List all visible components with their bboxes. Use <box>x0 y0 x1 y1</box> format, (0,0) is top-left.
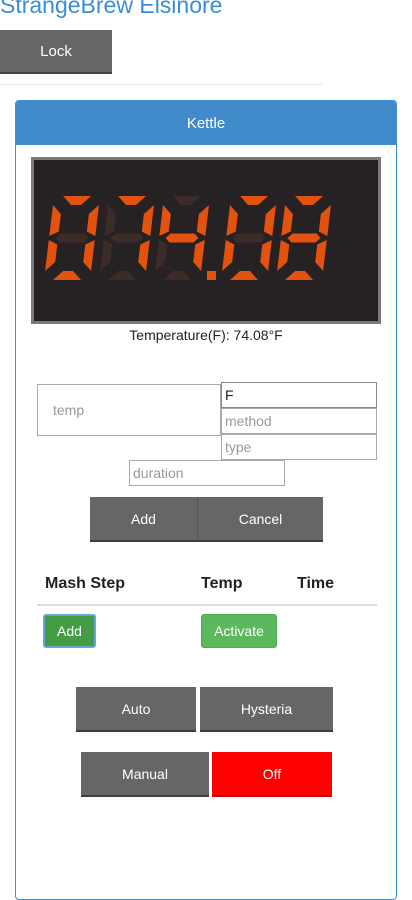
column-mash-step: Mash Step <box>45 575 126 592</box>
digit-2-segment-b <box>196 205 209 236</box>
kettle-heading[interactable]: Kettle <box>16 101 396 145</box>
digit-1-segment-d <box>108 271 136 280</box>
digit-2-segment-a <box>173 196 202 205</box>
auto-mode-button[interactable]: Auto <box>76 687 196 732</box>
digit-2-segment-f <box>159 205 171 236</box>
digit-1-segment-e <box>100 240 113 271</box>
table-divider <box>37 604 377 606</box>
digit-3-segment-g <box>232 233 266 243</box>
digit-4-segment-b <box>318 205 331 236</box>
digit-4-segment-c <box>315 240 327 271</box>
hysteria-mode-button[interactable]: Hysteria <box>200 687 333 732</box>
digit-4-segment-d <box>285 271 313 280</box>
cancel-button[interactable]: Cancel <box>197 497 323 542</box>
divider <box>0 84 322 85</box>
digit-0-segment-f <box>49 205 61 236</box>
digit-0-segment-g <box>55 233 89 243</box>
add-step-button[interactable]: Add <box>90 497 197 542</box>
digit-3-segment-c <box>260 240 272 271</box>
digit-1-segment-f <box>104 205 116 236</box>
mash-add-button[interactable]: Add <box>43 614 96 648</box>
digit-0-segment-e <box>45 240 58 271</box>
digit-2-segment-d <box>163 271 191 280</box>
digit-4-segment-f <box>281 205 293 236</box>
digit-2-segment-g <box>165 233 199 243</box>
digit-1-segment-b <box>141 205 154 236</box>
digit-2-segment-e <box>155 240 168 271</box>
digit-3-segment-e <box>222 240 235 271</box>
digit-0-segment-c <box>83 240 95 271</box>
temp-input[interactable] <box>37 384 221 436</box>
duration-input[interactable] <box>129 460 285 486</box>
unit-input[interactable] <box>221 382 377 408</box>
digit-4-segment-e <box>277 240 290 271</box>
temperature-lcd-display <box>31 157 381 324</box>
method-input[interactable] <box>221 408 377 434</box>
digit-3-segment-a <box>240 196 269 205</box>
digit-1-segment-c <box>138 240 150 271</box>
decimal-point <box>207 271 216 280</box>
off-mode-button[interactable]: Off <box>212 752 332 797</box>
manual-mode-button[interactable]: Manual <box>81 752 209 797</box>
digit-0-segment-a <box>63 196 92 205</box>
digit-3-segment-d <box>230 271 258 280</box>
digit-3-segment-b <box>263 205 276 236</box>
digit-4-segment-g <box>287 233 321 243</box>
digit-0-segment-b <box>86 205 99 236</box>
digit-1-segment-a <box>118 196 147 205</box>
digit-1-segment-g <box>110 233 144 243</box>
digit-2-segment-c <box>193 240 205 271</box>
activate-button[interactable]: Activate <box>201 614 277 648</box>
app-title: StrangeBrew Elsinore <box>0 0 223 18</box>
seven-segment-digits <box>45 196 331 280</box>
lock-button[interactable]: Lock <box>0 30 112 74</box>
temperature-readout: Temperature(F): 74.08°F <box>129 327 283 343</box>
column-temp: Temp <box>201 575 243 592</box>
column-time: Time <box>297 575 335 592</box>
digit-4-segment-a <box>295 196 324 205</box>
type-input[interactable] <box>221 434 377 460</box>
digit-3-segment-f <box>226 205 238 236</box>
digit-0-segment-d <box>53 271 81 280</box>
